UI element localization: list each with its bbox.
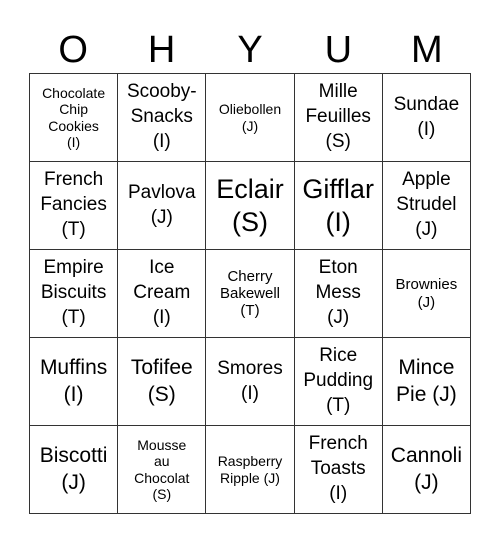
bingo-cell[interactable]: Biscotti (J) [30, 426, 119, 514]
bingo-cell-label: French Toasts (I) [308, 433, 368, 504]
bingo-cell[interactable]: Mince Pie (J) [382, 338, 471, 426]
bingo-cell-label: Brownies (J) [395, 276, 458, 311]
bingo-cell-label: Eton Mess (J) [315, 257, 361, 328]
header-letter-y: Y [237, 29, 263, 71]
bingo-cell[interactable]: Apple Strudel (J) [382, 162, 471, 250]
bingo-cell[interactable]: Oliebollen (J) [206, 74, 295, 162]
bingo-cell[interactable]: Pavlova (J) [118, 162, 207, 250]
bingo-cell[interactable]: Scooby- Snacks (I) [118, 74, 207, 162]
bingo-cell-label: Sundae (I) [393, 93, 460, 140]
bingo-cell-label: Chocolate Chip Cookies (I) [42, 85, 106, 150]
header-letter-u: U [324, 29, 353, 71]
bingo-cell-label: French Fancies (T) [40, 169, 107, 240]
bingo-cell-label: Rice Pudding (T) [303, 345, 374, 416]
bingo-cell[interactable]: Empire Biscuits (T) [30, 250, 119, 338]
bingo-cell[interactable]: Rice Pudding (T) [294, 338, 383, 426]
bingo-cell[interactable]: Chocolate Chip Cookies (I) [30, 74, 119, 162]
bingo-cell[interactable]: French Fancies (T) [30, 162, 119, 250]
bingo-cell-label: Biscotti (J) [39, 444, 108, 494]
bingo-cell[interactable]: French Toasts (I) [294, 426, 383, 514]
bingo-cell[interactable]: Brownies (J) [382, 250, 471, 338]
bingo-board: Chocolate Chip Cookies (I) Scooby- Snacks… [29, 73, 471, 514]
bingo-cell-label: Cannoli (J) [390, 444, 462, 494]
bingo-cell[interactable]: Sundae (I) [382, 74, 471, 162]
bingo-cell-label: Ice Cream (I) [133, 257, 191, 328]
bingo-cell-label: Empire Biscuits (T) [40, 257, 107, 328]
bingo-cell-label: Oliebollen (J) [218, 101, 282, 134]
bingo-cell[interactable]: Tofifee (S) [118, 338, 207, 426]
bingo-cell-label: Scooby- Snacks (I) [126, 81, 197, 152]
header-letter-h: H [147, 29, 176, 71]
bingo-cell-label: Cherry Bakewell (T) [219, 267, 280, 320]
bingo-cell[interactable]: Mille Feuilles (S) [294, 74, 383, 162]
bingo-cell[interactable]: Cherry Bakewell (T) [206, 250, 295, 338]
bingo-cell-label: Apple Strudel (J) [396, 169, 457, 240]
bingo-cell-label: Tofifee (S) [130, 356, 193, 406]
bingo-cell[interactable]: Eton Mess (J) [294, 250, 383, 338]
bingo-cell-label: Smores (I) [217, 357, 283, 404]
header-letter-o: O [58, 29, 88, 71]
bingo-cell-label: Muffins (I) [39, 356, 108, 406]
bingo-cell[interactable]: Muffins (I) [30, 338, 119, 426]
bingo-cell[interactable]: Mousse au Chocolat (S) [118, 426, 207, 514]
bingo-cell[interactable]: Raspberry Ripple (J) [206, 426, 295, 514]
bingo-cell-label: Pavlova (J) [127, 181, 196, 228]
header-letter-m: M [410, 29, 443, 71]
bingo-cell[interactable]: Eclair (S) [206, 162, 295, 250]
bingo-cell[interactable]: Gifflar (I) [294, 162, 383, 250]
bingo-cell[interactable]: Cannoli (J) [382, 426, 471, 514]
bingo-cell[interactable]: Smores (I) [206, 338, 295, 426]
bingo-cell-label: Mince Pie (J) [396, 356, 457, 406]
bingo-cell-label: Gifflar (I) [302, 174, 374, 237]
bingo-cell-label: Raspberry Ripple (J) [217, 453, 283, 486]
bingo-header: O H Y U M [29, 28, 471, 73]
bingo-cell-label: Mousse au Chocolat (S) [134, 437, 190, 502]
bingo-cell-label: Eclair (S) [216, 174, 284, 237]
bingo-cell[interactable]: Ice Cream (I) [118, 250, 207, 338]
bingo-cell-label: Mille Feuilles (S) [305, 81, 371, 152]
